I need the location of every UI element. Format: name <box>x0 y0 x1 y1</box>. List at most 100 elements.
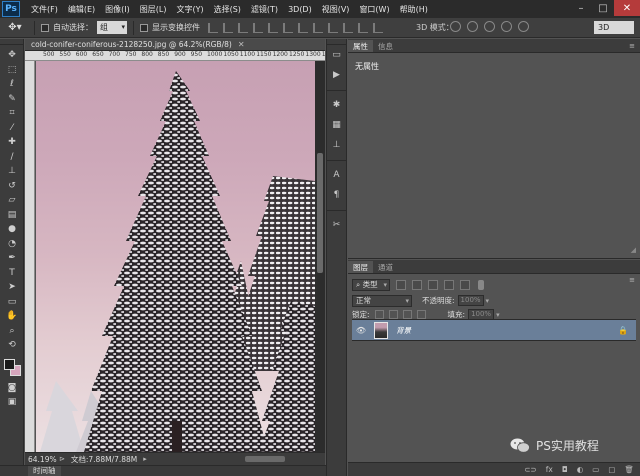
filter-toggle[interactable] <box>478 279 484 290</box>
layer-style-icon[interactable]: fx <box>546 465 553 474</box>
add-mask-icon[interactable]: ◘ <box>562 465 568 474</box>
adjustment-layer-icon[interactable]: ◐ <box>577 465 584 474</box>
fill-dropdown-icon[interactable]: ▾ <box>496 311 500 319</box>
align-bottom-icon[interactable] <box>238 22 248 33</box>
crop-icon[interactable]: ⌗ <box>2 106 22 121</box>
tool-preset-move-icon[interactable]: ✥▾ <box>2 20 28 36</box>
workspace-select[interactable]: 3D <box>594 21 634 34</box>
marquee-icon[interactable]: ⬚ <box>2 63 22 78</box>
lasso-icon[interactable]: ℓ <box>2 77 22 92</box>
healing-brush-icon[interactable]: ✚ <box>2 135 22 150</box>
zoom-icon[interactable]: ⌕ <box>2 324 22 339</box>
vertical-scrollbar[interactable] <box>315 61 325 452</box>
menu-image[interactable]: 图像(I) <box>100 4 135 15</box>
layer-row-background[interactable]: 👁 背景 🔒 <box>352 319 636 341</box>
distribute-left-icon[interactable] <box>343 22 353 33</box>
menu-view[interactable]: 视图(V) <box>317 4 355 15</box>
dodge-icon[interactable]: ◔ <box>2 237 22 252</box>
new-group-icon[interactable]: ▭ <box>592 465 599 474</box>
close-icon[interactable]: ✕ <box>614 0 640 16</box>
align-top-icon[interactable] <box>208 22 218 33</box>
shape-icon[interactable]: ▭ <box>2 295 22 310</box>
tab-properties[interactable]: 属性 <box>348 40 373 52</box>
history-icon[interactable]: ▭ <box>327 45 346 65</box>
tab-info[interactable]: 信息 <box>373 40 398 52</box>
menu-type[interactable]: 文字(Y) <box>171 4 208 15</box>
menu-window[interactable]: 窗口(W) <box>354 4 394 15</box>
minimize-icon[interactable]: – <box>570 0 592 16</box>
maximize-icon[interactable]: □ <box>592 0 614 16</box>
3d-rotate-icon[interactable] <box>450 21 461 32</box>
document-tab[interactable]: cold-conifer-coniferous-2128250.jpg @ 64… <box>25 39 325 51</box>
filter-smart-icon[interactable] <box>460 279 470 290</box>
hand-icon[interactable]: ✋ <box>2 309 22 324</box>
panel-grip[interactable] <box>0 39 23 45</box>
distribute-vcenter-icon[interactable] <box>313 22 323 33</box>
panel-menu-icon[interactable]: ≡ <box>629 42 635 50</box>
image-canvas[interactable] <box>36 61 315 452</box>
tab-layers[interactable]: 图层 <box>348 261 373 273</box>
show-transform-checkbox[interactable] <box>140 23 148 32</box>
panel-menu-icon[interactable]: ≡ <box>629 276 635 284</box>
lock-position-icon[interactable] <box>402 310 412 319</box>
layer-name[interactable]: 背景 <box>396 325 411 336</box>
3d-scale-icon[interactable] <box>518 21 529 32</box>
blend-mode-dropdown[interactable]: 正常 <box>352 294 412 307</box>
gradient-icon[interactable]: ▤ <box>2 208 22 223</box>
type-icon[interactable]: T <box>2 266 22 281</box>
quick-select-icon[interactable]: ✎ <box>2 92 22 107</box>
quick-mask-icon[interactable]: ◙ <box>2 381 22 396</box>
filter-adjust-icon[interactable] <box>412 279 422 290</box>
foreground-color-swatch[interactable] <box>4 358 15 370</box>
close-tab-icon[interactable]: ✕ <box>238 40 245 49</box>
lock-image-icon[interactable] <box>388 310 398 319</box>
character-icon[interactable]: A <box>327 165 346 185</box>
menu-edit[interactable]: 编辑(E) <box>63 4 100 15</box>
menu-3d[interactable]: 3D(D) <box>283 5 317 14</box>
distribute-top-icon[interactable] <box>298 22 308 33</box>
filter-text-icon[interactable] <box>428 279 438 290</box>
status-expand-icon[interactable]: ▸ <box>143 455 147 463</box>
menu-help[interactable]: 帮助(H) <box>395 4 433 15</box>
lock-all-icon[interactable] <box>416 310 426 319</box>
align-vcenter-icon[interactable] <box>223 22 233 33</box>
layer-filter-dropdown[interactable]: ⌕ 类型 <box>352 278 390 291</box>
timeline-tab[interactable]: 时间轴 <box>28 466 61 476</box>
delete-layer-icon[interactable]: 🗑 <box>624 465 634 474</box>
menu-layer[interactable]: 图层(L) <box>135 4 172 15</box>
screen-mode-icon[interactable]: ▣ <box>2 395 22 410</box>
brush-presets-icon[interactable]: ✱ <box>327 95 346 115</box>
zoom-level[interactable]: 64.19% <box>25 455 59 464</box>
menu-filter[interactable]: 滤镜(T) <box>246 4 283 15</box>
paragraph-icon[interactable]: ¶ <box>327 185 346 205</box>
align-hcenter-icon[interactable] <box>268 22 278 33</box>
tab-channels[interactable]: 通道 <box>373 261 398 273</box>
brush-icon[interactable]: ∕ <box>2 150 22 165</box>
3d-roll-icon[interactable] <box>467 21 478 32</box>
align-left-icon[interactable] <box>253 22 263 33</box>
auto-select-dropdown[interactable]: 组 <box>97 21 127 34</box>
brush-panel-icon[interactable]: ▦ <box>327 115 346 135</box>
scrollbar-thumb[interactable] <box>317 153 323 273</box>
lock-transparent-icon[interactable] <box>374 310 384 319</box>
3d-slide-icon[interactable] <box>501 21 512 32</box>
menu-select[interactable]: 选择(S) <box>209 4 246 15</box>
visibility-eye-icon[interactable]: 👁 <box>354 326 368 335</box>
eraser-icon[interactable]: ▱ <box>2 193 22 208</box>
clone-source-icon[interactable]: ⊥ <box>327 135 346 155</box>
horizontal-scrollbar-thumb[interactable] <box>245 456 285 462</box>
pen-icon[interactable]: ✒ <box>2 251 22 266</box>
history-brush-icon[interactable]: ↺ <box>2 179 22 194</box>
distribute-hcenter-icon[interactable] <box>358 22 368 33</box>
link-layers-icon[interactable]: ⊂⊃ <box>524 465 537 474</box>
filter-pixel-icon[interactable] <box>396 279 406 290</box>
opacity-field[interactable]: 100% <box>457 295 484 306</box>
new-layer-icon[interactable]: ▢ <box>608 465 615 474</box>
clone-stamp-icon[interactable]: ⊥ <box>2 164 22 179</box>
distribute-bottom-icon[interactable] <box>328 22 338 33</box>
3d-pan-icon[interactable] <box>484 21 495 32</box>
menu-file[interactable]: 文件(F) <box>26 4 63 15</box>
tool-presets-icon[interactable]: ✂ <box>327 215 346 235</box>
eyedropper-icon[interactable]: ⁄ <box>2 121 22 136</box>
status-menu-icon[interactable]: ⊳ <box>59 455 65 463</box>
